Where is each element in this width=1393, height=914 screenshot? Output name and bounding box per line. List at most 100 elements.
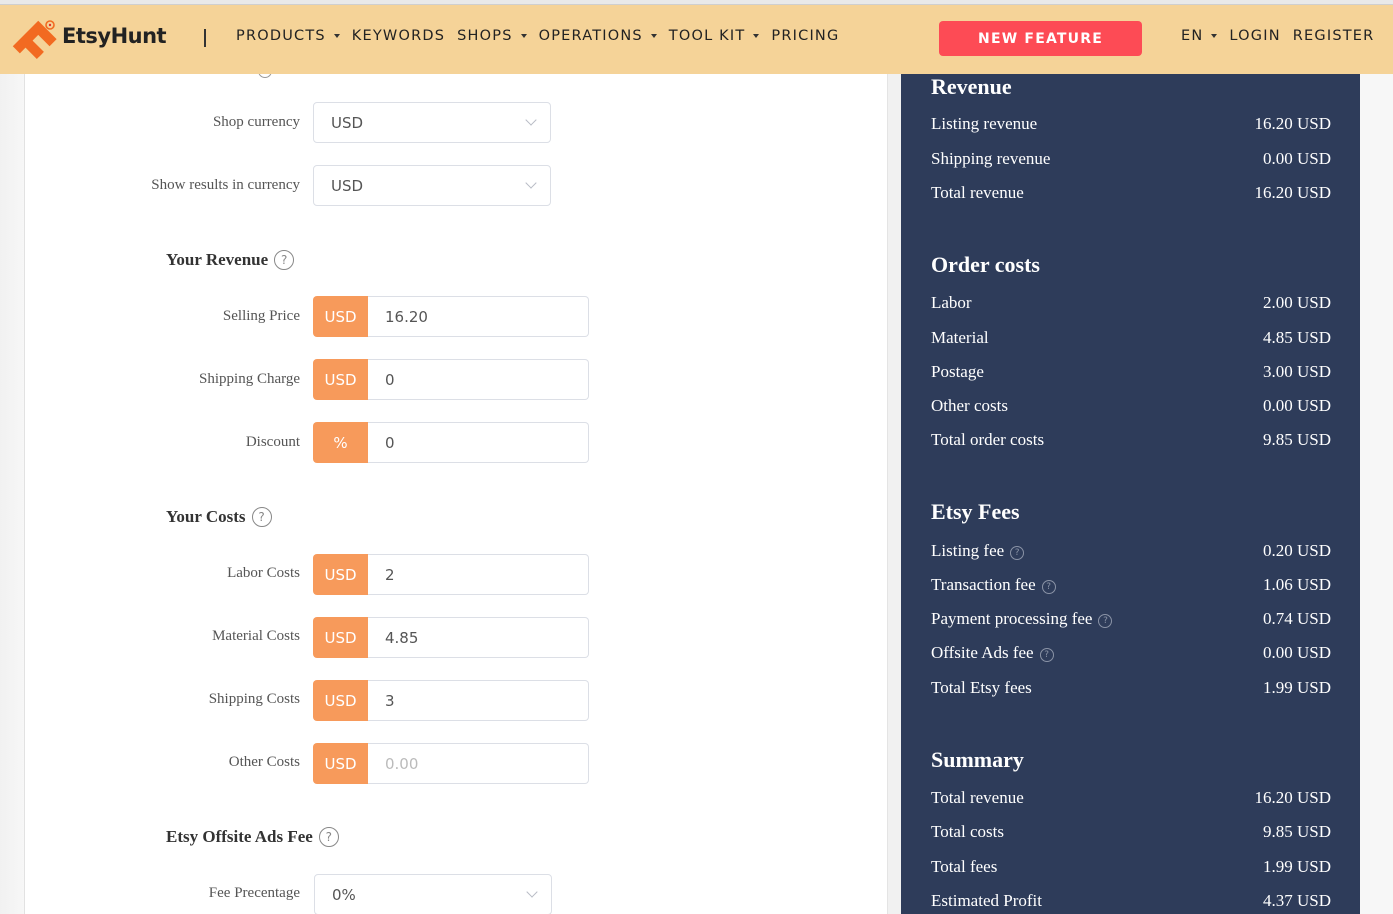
labor-costs-label: Labor Costs: [227, 565, 300, 581]
other-costs-input[interactable]: 0.00: [368, 743, 589, 784]
nav-tool-kit-label: TOOL KIT: [668, 28, 746, 44]
left-gutter: [0, 74, 25, 914]
account-nav: EN LOGIN REGISTER: [1181, 28, 1386, 44]
nav-products[interactable]: PRODUCTS: [236, 28, 340, 44]
result-label: Total costs: [931, 822, 1004, 841]
help-icon[interactable]: ?: [251, 507, 272, 527]
shop-currency-label: Shop currency: [212, 114, 300, 130]
language-selector[interactable]: EN: [1181, 28, 1218, 44]
result-value: 9.85 USD: [1262, 822, 1331, 841]
material-costs-label: Material Costs: [212, 628, 300, 644]
order-costs-heading: Order costs: [931, 252, 1040, 277]
selling-price-label: Selling Price: [222, 308, 300, 324]
nav-products-label: PRODUCTS: [236, 28, 326, 44]
currency-addon: USD: [313, 743, 368, 784]
estimated-profit-label: Estimated Profit: [931, 891, 1042, 910]
offsite-ads-heading: Etsy Offsite Ads Fee ?: [166, 827, 339, 847]
help-icon[interactable]: ?: [1041, 579, 1056, 594]
result-row: Payment processing fee? 0.74 USD: [931, 609, 1331, 629]
result-row: Total revenue 16.20 USD: [931, 183, 1331, 203]
help-icon[interactable]: ?: [1010, 545, 1025, 560]
payment-processing-fee-label: Payment processing fee: [931, 609, 1093, 628]
language-label: EN: [1181, 28, 1204, 44]
result-row: Estimated Profit 4.37 USD: [931, 891, 1331, 911]
result-row: Total Etsy fees 1.99 USD: [931, 678, 1331, 698]
labor-costs-input[interactable]: 2: [368, 554, 589, 595]
header-divider: [204, 29, 206, 47]
result-value: 16.20 USD: [1254, 788, 1331, 807]
result-value: 0.00 USD: [1262, 396, 1331, 415]
shipping-costs-input[interactable]: 3: [368, 680, 589, 721]
login-link[interactable]: LOGIN: [1229, 28, 1280, 44]
result-value: 9.85 USD: [1262, 430, 1331, 449]
your-revenue-title: Your Revenue: [166, 250, 269, 269]
result-value: 2.00 USD: [1262, 293, 1331, 312]
currency-addon: USD: [313, 359, 368, 400]
nav-keywords[interactable]: KEYWORDS: [352, 28, 445, 44]
new-feature-button[interactable]: NEW FEATURE: [939, 21, 1142, 56]
nav-operations[interactable]: OPERATIONS: [539, 28, 657, 44]
result-value: 16.20 USD: [1254, 183, 1331, 202]
result-row: Total revenue 16.20 USD: [931, 788, 1331, 808]
result-label: Listing fee?: [931, 541, 1025, 561]
result-value: 16.20 USD: [1254, 114, 1331, 133]
estimated-profit-value: 4.37 USD: [1262, 891, 1331, 910]
fee-percentage-select[interactable]: 0%: [314, 874, 552, 914]
brand-name[interactable]: EtsyHunt: [62, 24, 167, 48]
help-icon[interactable]: ?: [318, 827, 339, 847]
discount-field: % 0: [313, 422, 589, 463]
help-icon[interactable]: ?: [1039, 647, 1054, 662]
result-row: Labor 2.00 USD: [931, 293, 1331, 313]
selling-price-field: USD 16.20: [313, 296, 589, 337]
nav-tool-kit[interactable]: TOOL KIT: [669, 28, 760, 44]
nav-pricing[interactable]: PRICING: [771, 28, 839, 44]
result-row: Total costs 9.85 USD: [931, 822, 1331, 842]
result-row: Listing fee? 0.20 USD: [931, 541, 1331, 561]
currency-addon: USD: [313, 296, 368, 337]
offsite-ads-fee-label: Offsite Ads fee: [931, 643, 1034, 662]
result-label: Total fees: [931, 857, 998, 876]
result-value: 0.00 USD: [1262, 643, 1331, 662]
results-currency-value: USD: [331, 176, 364, 195]
etsyhunt-logo-icon[interactable]: [6, 12, 62, 68]
result-label: Material: [931, 328, 989, 347]
result-label: Total order costs: [931, 430, 1045, 449]
caret-down-icon: [333, 34, 340, 38]
result-label: Total Etsy fees: [931, 678, 1032, 697]
results-panel: Revenue Listing revenue 16.20 USD Shippin…: [901, 74, 1360, 914]
caret-down-icon: [753, 34, 760, 38]
discount-input[interactable]: 0: [368, 422, 589, 463]
result-value: 3.00 USD: [1262, 362, 1331, 381]
panel-divider: [887, 74, 901, 914]
help-icon[interactable]: ?: [274, 250, 295, 270]
result-row: Total order costs 9.85 USD: [931, 430, 1331, 450]
shipping-charge-label: Shipping Charge: [199, 371, 300, 387]
result-row: Material 4.85 USD: [931, 328, 1331, 348]
shipping-charge-input[interactable]: 0: [368, 359, 589, 400]
selling-price-input[interactable]: 16.20: [368, 296, 589, 337]
your-costs-heading: Your Costs ?: [166, 507, 272, 527]
material-costs-input[interactable]: 4.85: [368, 617, 589, 658]
result-row: Offsite Ads fee? 0.00 USD: [931, 643, 1331, 663]
chevron-down-icon: [525, 114, 537, 126]
result-label: Transaction fee?: [931, 575, 1056, 595]
labor-costs-field: USD 2: [313, 554, 589, 595]
currency-addon: USD: [313, 617, 368, 658]
register-link[interactable]: REGISTER: [1293, 28, 1375, 44]
result-value: 1.99 USD: [1262, 678, 1331, 697]
shop-currency-select[interactable]: USD: [313, 102, 551, 143]
shipping-costs-field: USD 3: [313, 680, 589, 721]
right-gutter: [1360, 74, 1393, 914]
results-currency-select[interactable]: USD: [313, 165, 551, 206]
result-row: Listing revenue 16.20 USD: [931, 114, 1331, 134]
main-nav: PRODUCTS KEYWORDS SHOPS OPERATIONS TOOL …: [236, 28, 851, 44]
nav-pricing-label: PRICING: [771, 28, 840, 44]
offsite-ads-title: Etsy Offsite Ads Fee: [166, 827, 313, 846]
revenue-heading: Revenue: [931, 74, 1012, 99]
help-icon[interactable]: ?: [1098, 613, 1113, 628]
result-label: Labor: [931, 293, 972, 312]
result-label: Other costs: [931, 396, 1008, 415]
fee-percentage-label: Fee Precentage: [208, 885, 300, 901]
result-label: Postage: [931, 362, 984, 381]
nav-shops[interactable]: SHOPS: [457, 28, 527, 44]
